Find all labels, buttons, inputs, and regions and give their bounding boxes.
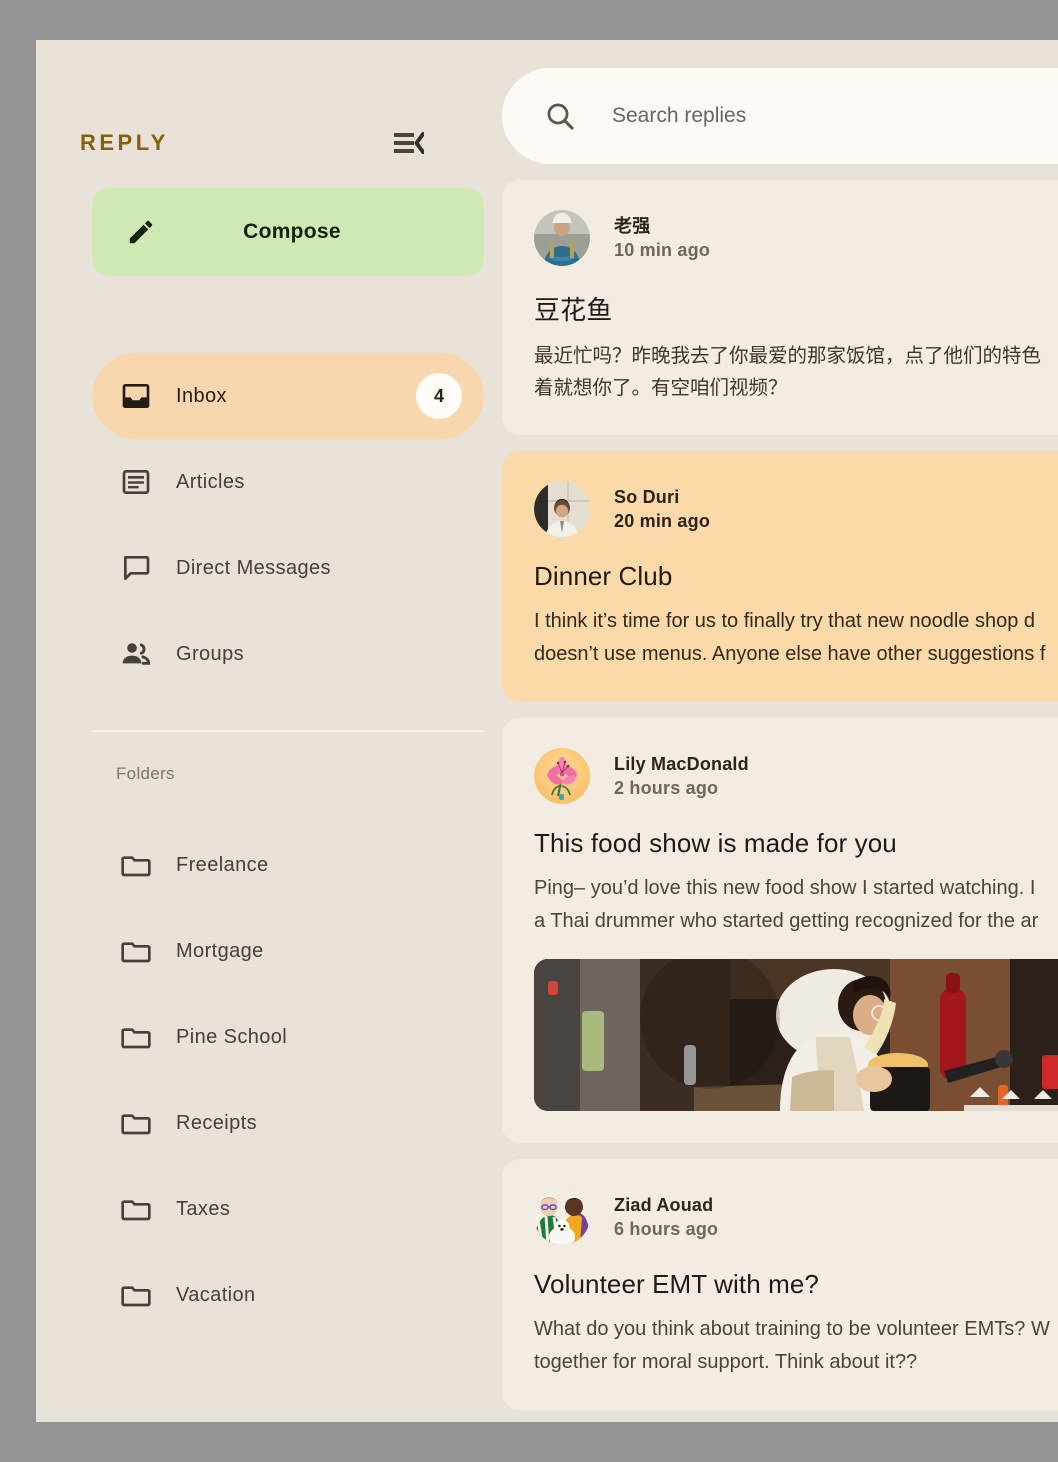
sidebar-header: REPLY (80, 130, 425, 156)
timestamp: 6 hours ago (614, 1219, 719, 1240)
email-preview-line-1: 最近忙吗？昨晚我去了你最爱的那家饭馆，点了他们的特色 (534, 345, 1042, 367)
email-preview-line-2: 着就想你了。有空咱们视频？ (534, 377, 788, 400)
email-preview-line-1: What do you think about training to be v… (534, 1318, 1050, 1341)
menu-collapse-icon[interactable] (394, 130, 425, 156)
sidebar-folder-vacation[interactable]: Vacation (92, 1252, 484, 1338)
app-window: REPLY Compose Inbox 4 Articles Direct Me… (36, 40, 1058, 1422)
search-input[interactable] (612, 104, 1058, 128)
folder-icon (120, 1020, 154, 1054)
email-list-item[interactable]: Lily MacDonald 2 hours ago This food sho… (502, 718, 1058, 1144)
email-header: 老强 10 min ago (534, 210, 1058, 266)
sidebar-divider (92, 730, 484, 732)
avatar (534, 481, 590, 538)
email-preview-line-1: I think it’s time for us to finally try … (534, 610, 1035, 633)
email-subject: Volunteer EMT with me? (534, 1269, 819, 1300)
sidebar-folder-freelance[interactable]: Freelance (92, 822, 484, 908)
people-icon (120, 637, 154, 671)
folder-icon (120, 848, 154, 882)
email-subject: This food show is made for you (534, 828, 897, 859)
sidebar-folder-label: Mortgage (176, 939, 264, 962)
sidebar-item-groups[interactable]: Groups (92, 611, 484, 697)
sidebar-folder-label: Pine School (176, 1025, 288, 1048)
email-header: So Duri 20 min ago (534, 481, 1058, 538)
compose-button[interactable]: Compose (92, 188, 484, 276)
sidebar-item-label: Direct Messages (176, 556, 331, 579)
sender-info: Ziad Aouad 6 hours ago (614, 1193, 718, 1242)
avatar (534, 1189, 590, 1246)
folder-icon (120, 1192, 154, 1226)
timestamp: 10 min ago (614, 240, 711, 260)
email-header: Ziad Aouad 6 hours ago (534, 1189, 1058, 1246)
email-preview-line-1: Ping– you’d love this new food show I st… (534, 877, 1036, 900)
folders-section-label: Folders (116, 764, 175, 783)
sidebar-folder-mortgage[interactable]: Mortgage (92, 908, 484, 994)
folder-icon (120, 1278, 154, 1312)
email-attachment-image (534, 959, 1058, 1112)
sidebar-item-inbox[interactable]: Inbox 4 (92, 353, 484, 439)
avatar (534, 748, 590, 805)
app-brand-title: REPLY (80, 130, 169, 155)
email-subject: Dinner Club (534, 561, 673, 592)
sidebar-item-direct-messages[interactable]: Direct Messages (92, 525, 484, 611)
sender-name: So Duri (614, 487, 680, 508)
main-content: 老强 10 min ago 豆花鱼 最近忙吗？昨晚我去了你最爱的那家饭馆，点了他… (468, 40, 1058, 1422)
inbox-unread-badge: 4 (416, 373, 462, 419)
search-bar[interactable] (502, 68, 1058, 164)
sidebar-folder-label: Vacation (176, 1283, 256, 1306)
sidebar-item-label: Inbox (176, 384, 227, 407)
email-preview-line-2: together for moral support. Think about … (534, 1351, 918, 1374)
sender-info: So Duri 20 min ago (614, 485, 710, 534)
sidebar-item-label: Articles (176, 470, 245, 493)
folder-icon (120, 1106, 154, 1140)
sidebar-item-label: Groups (176, 642, 244, 665)
sidebar-folder-label: Freelance (176, 853, 269, 876)
chat-bubble-icon (120, 551, 154, 585)
sidebar-folder-list: Freelance Mortgage Pine School Receipts (92, 822, 484, 1338)
sidebar-folder-receipts[interactable]: Receipts (92, 1080, 484, 1166)
pencil-icon (126, 217, 156, 247)
email-preview-line-2: doesn’t use menus. Anyone else have othe… (534, 643, 1046, 666)
inbox-icon (120, 379, 154, 413)
sender-name: Ziad Aouad (614, 1195, 714, 1216)
folder-icon (120, 934, 154, 968)
sidebar-folder-label: Receipts (176, 1111, 258, 1134)
email-subject: 豆花鱼 (534, 295, 613, 325)
email-preview-line-2: a Thai drummer who started getting recog… (534, 910, 1039, 933)
sidebar-folder-label: Taxes (176, 1197, 231, 1220)
timestamp: 2 hours ago (614, 778, 719, 799)
email-list-item[interactable]: 老强 10 min ago 豆花鱼 最近忙吗？昨晚我去了你最爱的那家饭馆，点了他… (502, 180, 1058, 436)
timestamp: 20 min ago (614, 511, 711, 532)
sidebar-nav-list: Inbox 4 Articles Direct Messages Groups (92, 353, 484, 697)
email-list: 老强 10 min ago 豆花鱼 最近忙吗？昨晚我去了你最爱的那家饭馆，点了他… (502, 180, 1058, 1422)
article-icon (120, 465, 154, 499)
email-list-item[interactable]: Ziad Aouad 6 hours ago Volunteer EMT wit… (502, 1159, 1058, 1411)
sender-name: Lily MacDonald (614, 754, 749, 775)
sender-name: 老强 (614, 215, 651, 236)
sender-info: 老强 10 min ago (614, 214, 710, 263)
search-icon (544, 100, 576, 132)
avatar (534, 210, 590, 266)
email-list-item[interactable]: So Duri 20 min ago Dinner Club I think i… (502, 451, 1058, 703)
sender-info: Lily MacDonald 2 hours ago (614, 752, 749, 801)
sidebar-folder-taxes[interactable]: Taxes (92, 1166, 484, 1252)
sidebar: REPLY Compose Inbox 4 Articles Direct Me… (36, 40, 484, 1422)
email-header: Lily MacDonald 2 hours ago (534, 748, 1058, 805)
compose-label: Compose (243, 220, 341, 243)
sidebar-item-articles[interactable]: Articles (92, 439, 484, 525)
sidebar-folder-pine-school[interactable]: Pine School (92, 994, 484, 1080)
